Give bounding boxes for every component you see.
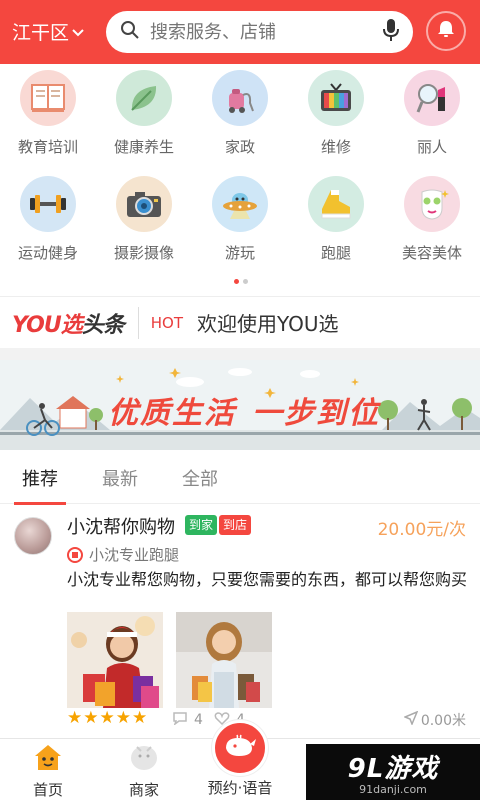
category-label: 教育培训 xyxy=(17,138,78,156)
category-label: 家政 xyxy=(224,138,255,156)
category-grid: 教育培训 健康养生 家政 维修 丽人 运动健身 摄影摄像 游玩 跑腿 美容美体 xyxy=(0,64,480,278)
post-description: 小沈专业帮您购物，只要您需要的东西，都可以帮您购买 xyxy=(67,570,468,589)
page-dot-active xyxy=(234,279,239,284)
dumbbell-icon xyxy=(20,176,76,232)
banner-sub-text: 一步到位 xyxy=(252,396,380,431)
category-label: 摄影摄像 xyxy=(113,244,174,262)
nav-home[interactable]: 首页 xyxy=(0,739,96,801)
tab-latest[interactable]: 最新 xyxy=(80,452,160,504)
rating-stars: ★ ★ ★ ★ ★ xyxy=(67,710,147,727)
shop-link[interactable]: 小沈专业跑腿 xyxy=(67,544,179,565)
tv-icon xyxy=(308,70,364,126)
tab-recommended[interactable]: 推荐 xyxy=(0,452,80,505)
category-beauty[interactable]: 丽人 xyxy=(384,70,480,168)
ufo-icon xyxy=(212,176,268,232)
notification-button[interactable] xyxy=(426,11,466,51)
category-errands[interactable]: 跑腿 xyxy=(288,176,384,278)
search-input[interactable] xyxy=(150,21,383,43)
category-entertainment[interactable]: 游玩 xyxy=(192,176,288,278)
headline-text: 欢迎使用YOU选 xyxy=(196,312,339,336)
tag-home-service: 到家 xyxy=(185,515,218,535)
star-icon: ★ xyxy=(99,708,115,728)
price: 20.00元/次 xyxy=(377,520,466,540)
page-indicator xyxy=(234,279,248,284)
category-health[interactable]: 健康养生 xyxy=(96,70,192,168)
whale-icon xyxy=(223,734,257,762)
search-box[interactable] xyxy=(106,11,413,53)
nav-merchants[interactable]: 商家 xyxy=(96,739,192,801)
shop-name: 小沈专业跑腿 xyxy=(89,546,180,564)
face-mask-icon xyxy=(404,176,460,232)
leaf-icon xyxy=(116,70,172,126)
banner-main-text: 优质生活 xyxy=(108,396,236,431)
mirror-lipstick-icon xyxy=(404,70,460,126)
category-label: 维修 xyxy=(320,138,351,156)
tab-all[interactable]: 全部 xyxy=(160,452,240,504)
tag-in-store: 到店 xyxy=(219,515,252,535)
site-watermark: 9L游戏 91danji.com xyxy=(306,744,480,800)
vacuum-icon xyxy=(212,70,268,126)
distance: 0.00米 xyxy=(402,710,466,730)
category-label: 丽人 xyxy=(416,138,447,156)
watermark-brand: 9L游戏 xyxy=(347,754,439,784)
top-bar: 江干区 xyxy=(0,0,480,64)
star-icon: ★ xyxy=(132,708,148,728)
sneaker-icon xyxy=(308,176,364,232)
home-icon xyxy=(32,743,64,775)
nav-label: 首页 xyxy=(32,781,63,799)
comment-count[interactable]: 4 xyxy=(172,711,203,729)
category-label: 运动健身 xyxy=(17,244,78,262)
comment-icon xyxy=(172,711,188,729)
page-dot xyxy=(243,279,248,284)
book-icon xyxy=(20,70,76,126)
category-repair[interactable]: 维修 xyxy=(288,70,384,168)
category-education[interactable]: 教育培训 xyxy=(0,70,96,168)
bell-icon xyxy=(436,19,456,43)
microphone-icon[interactable] xyxy=(383,18,399,46)
post-photo-1[interactable] xyxy=(67,612,163,708)
promo-banner[interactable]: 优质生活 一步到位 xyxy=(0,360,480,450)
nav-label: 预约·语音 xyxy=(207,779,273,797)
camera-icon xyxy=(116,176,172,232)
star-icon: ★ xyxy=(83,708,99,728)
category-housekeeping[interactable]: 家政 xyxy=(192,70,288,168)
avatar[interactable] xyxy=(14,517,52,555)
star-icon: ★ xyxy=(115,708,131,728)
banner-slogan: 优质生活 一步到位 xyxy=(108,388,380,432)
news-ticker[interactable]: YOU选头条 HOT 欢迎使用YOU选 xyxy=(0,296,480,348)
brand-you: YOU选 xyxy=(12,312,83,338)
nav-label: 商家 xyxy=(128,781,159,799)
merchant-icon xyxy=(129,743,159,775)
category-fitness[interactable]: 运动健身 xyxy=(0,176,96,278)
star-icon: ★ xyxy=(67,708,83,728)
post-title: 小沈帮你购物 xyxy=(67,517,175,538)
comment-count-value: 4 xyxy=(194,712,203,728)
location-arrow-icon xyxy=(402,710,419,729)
section-gap xyxy=(0,348,480,360)
category-label: 美容美体 xyxy=(401,244,462,262)
brand-logo: YOU选头条 xyxy=(12,307,125,339)
search-icon xyxy=(120,20,140,44)
category-photography[interactable]: 摄影摄像 xyxy=(96,176,192,278)
voice-booking-button[interactable] xyxy=(212,720,268,776)
category-label: 游玩 xyxy=(224,244,255,262)
category-label: 健康养生 xyxy=(113,138,174,156)
brand-rest: 头条 xyxy=(81,312,125,338)
watermark-url: 91danji.com xyxy=(359,783,427,796)
divider xyxy=(137,306,139,339)
category-spa[interactable]: 美容美体 xyxy=(384,176,480,278)
feed-tabs: 推荐 最新 全部 xyxy=(0,452,480,505)
hot-label: HOT xyxy=(150,313,183,332)
shop-icon xyxy=(67,546,83,563)
category-label: 跑腿 xyxy=(320,244,351,262)
chevron-down-icon xyxy=(72,21,84,43)
service-post[interactable]: 小沈帮你购物 到家 到店 20.00元/次 小沈专业跑腿 小沈专业帮您购物，只要… xyxy=(0,505,480,738)
post-photo-2[interactable] xyxy=(176,612,272,708)
city-selector[interactable]: 江干区 xyxy=(12,18,84,45)
city-label: 江干区 xyxy=(12,22,70,44)
distance-value: 0.00米 xyxy=(420,713,466,729)
